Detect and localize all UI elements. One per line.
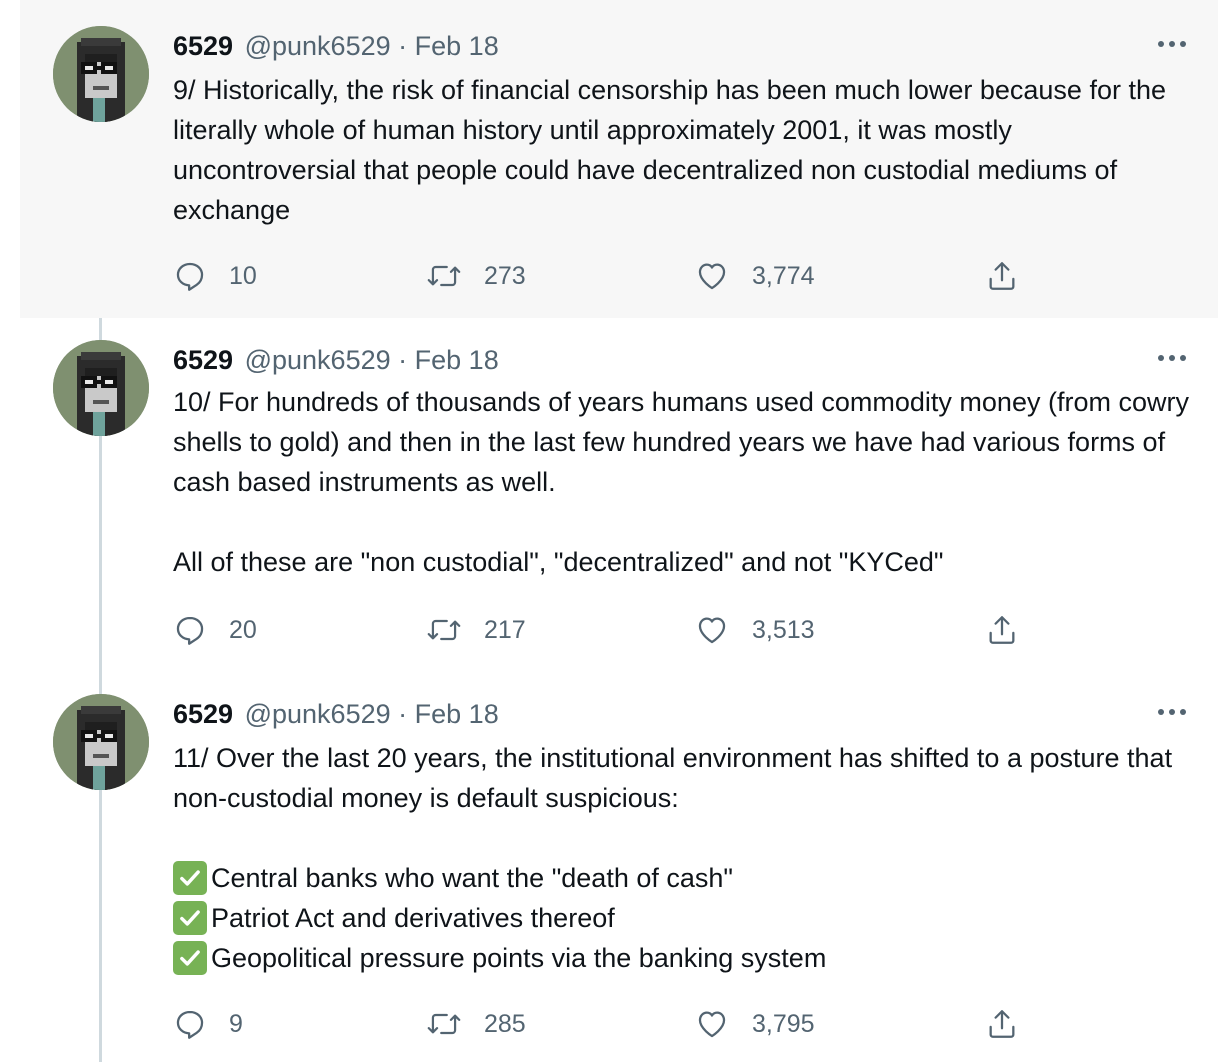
reply-count: 9 xyxy=(229,1009,243,1038)
check-mark-icon xyxy=(173,941,207,975)
share-icon xyxy=(989,1010,1015,1038)
pixel-punk-avatar-icon xyxy=(53,340,149,436)
reply-icon xyxy=(176,262,204,291)
header-separator: · xyxy=(398,699,408,729)
user-handle[interactable]: @punk6529 xyxy=(245,345,391,375)
like-count: 3,774 xyxy=(752,261,815,290)
tweet-paragraph: All of these are "non custodial", "decen… xyxy=(173,547,944,577)
like-count: 3,513 xyxy=(752,615,815,644)
checklist-item: Central banks who want the "death of cas… xyxy=(173,858,1193,898)
tweet-header: 6529 @punk6529 · Feb 18 xyxy=(173,28,499,64)
share-button[interactable] xyxy=(985,256,1019,296)
user-handle[interactable]: @punk6529 xyxy=(245,31,391,61)
header-separator: · xyxy=(398,345,408,375)
reply-icon xyxy=(176,616,204,645)
heart-icon xyxy=(698,1011,726,1038)
reply-button[interactable]: 9 xyxy=(173,1004,243,1044)
display-name[interactable]: 6529 xyxy=(173,31,233,61)
reply-icon xyxy=(176,1010,204,1039)
checklist-item: Patriot Act and derivatives thereof xyxy=(173,898,1193,938)
pixel-punk-avatar-icon xyxy=(53,694,149,790)
retweet-button[interactable]: 217 xyxy=(426,610,526,650)
share-icon xyxy=(989,262,1015,290)
heart-icon xyxy=(698,617,726,644)
tweet-paragraph: 11/ Over the last 20 years, the institut… xyxy=(173,743,1173,813)
share-button[interactable] xyxy=(985,610,1019,650)
tweet-text: 11/ Over the last 20 years, the institut… xyxy=(173,738,1193,978)
tweet-3[interactable]: 6529 @punk6529 · Feb 18 11/ Over the las… xyxy=(20,670,1218,1062)
check-mark-icon xyxy=(173,861,207,895)
more-options-button[interactable] xyxy=(1152,700,1192,724)
tweet-actions: 9 285 3,795 xyxy=(173,1004,1053,1044)
checklist-text: Central banks who want the "death of cas… xyxy=(211,863,733,893)
more-options-button[interactable] xyxy=(1152,32,1192,56)
checklist-text: Geopolitical pressure points via the ban… xyxy=(211,943,827,973)
reply-count: 10 xyxy=(229,261,257,290)
display-name[interactable]: 6529 xyxy=(173,699,233,729)
retweet-count: 273 xyxy=(484,261,526,290)
tweet-2[interactable]: 6529 @punk6529 · Feb 18 10/ For hundreds… xyxy=(20,318,1218,670)
user-handle[interactable]: @punk6529 xyxy=(245,699,391,729)
tweet-date[interactable]: Feb 18 xyxy=(415,699,499,729)
like-count: 3,795 xyxy=(752,1009,815,1038)
more-options-icon xyxy=(1158,41,1186,47)
tweet-text: 9/ Historically, the risk of financial c… xyxy=(173,70,1193,230)
more-options-icon xyxy=(1158,355,1186,361)
checklist-text: Patriot Act and derivatives thereof xyxy=(211,903,615,933)
share-icon xyxy=(989,616,1015,644)
retweet-button[interactable]: 285 xyxy=(426,1004,526,1044)
display-name[interactable]: 6529 xyxy=(173,345,233,375)
tweet-1[interactable]: 6529 @punk6529 · Feb 18 9/ Historically,… xyxy=(20,0,1218,318)
tweet-date[interactable]: Feb 18 xyxy=(415,345,499,375)
reply-count: 20 xyxy=(229,615,257,644)
retweet-button[interactable]: 273 xyxy=(426,256,526,296)
retweet-icon xyxy=(427,619,461,641)
like-button[interactable]: 3,774 xyxy=(694,256,815,296)
avatar[interactable] xyxy=(53,340,149,436)
tweet-paragraph: 10/ For hundreds of thousands of years h… xyxy=(173,387,1189,497)
more-options-icon xyxy=(1158,709,1186,715)
tweet-actions: 20 217 3,513 xyxy=(173,610,1053,650)
pixel-punk-avatar-icon xyxy=(53,26,149,122)
tweet-header: 6529 @punk6529 · Feb 18 xyxy=(173,696,499,732)
reply-button[interactable]: 20 xyxy=(173,610,257,650)
tweet-actions: 10 273 3,774 xyxy=(173,256,1053,296)
avatar[interactable] xyxy=(53,26,149,122)
like-button[interactable]: 3,513 xyxy=(694,610,815,650)
reply-button[interactable]: 10 xyxy=(173,256,257,296)
tweet-text: 10/ For hundreds of thousands of years h… xyxy=(173,382,1193,582)
check-mark-icon xyxy=(173,901,207,935)
retweet-count: 217 xyxy=(484,615,526,644)
header-separator: · xyxy=(398,31,408,61)
retweet-icon xyxy=(427,265,461,287)
avatar[interactable] xyxy=(53,694,149,790)
share-button[interactable] xyxy=(985,1004,1019,1044)
retweet-count: 285 xyxy=(484,1009,526,1038)
like-button[interactable]: 3,795 xyxy=(694,1004,815,1044)
more-options-button[interactable] xyxy=(1152,346,1192,370)
checklist-item: Geopolitical pressure points via the ban… xyxy=(173,938,1193,978)
retweet-icon xyxy=(427,1013,461,1035)
tweet-paragraph: 9/ Historically, the risk of financial c… xyxy=(173,75,1166,225)
tweet-header: 6529 @punk6529 · Feb 18 xyxy=(173,342,499,378)
heart-icon xyxy=(698,263,726,290)
tweet-date[interactable]: Feb 18 xyxy=(415,31,499,61)
